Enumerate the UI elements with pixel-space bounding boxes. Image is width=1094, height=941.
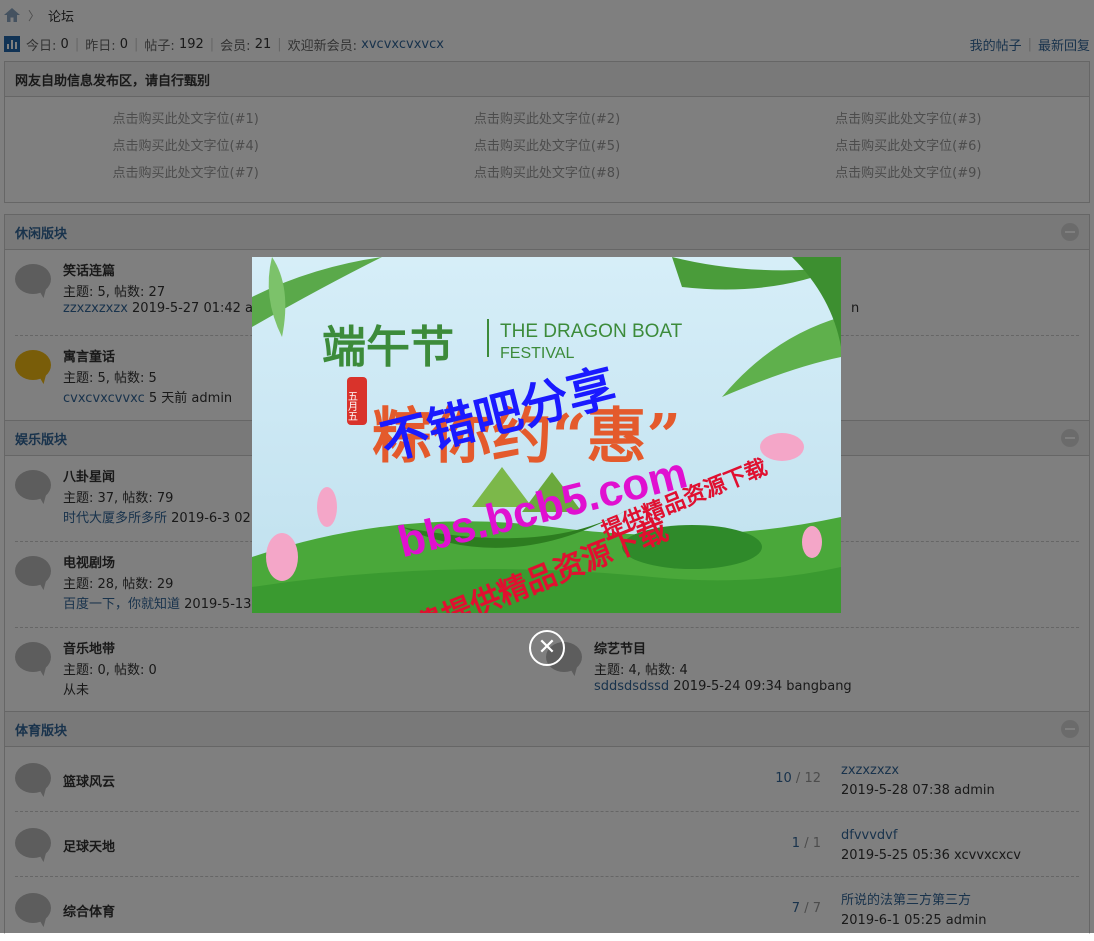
dragon-boat-festival-banner: 端午节 THE DRAGON BOAT FESTIVAL 五月五 粽你约“惠” … xyxy=(252,257,841,613)
festival-title-en-1: THE DRAGON BOAT xyxy=(500,321,683,342)
popup-banner[interactable]: 端午节 THE DRAGON BOAT FESTIVAL 五月五 粽你约“惠” … xyxy=(252,257,841,613)
close-icon[interactable]: ✕ xyxy=(529,630,565,666)
festival-title-cn: 端午节 xyxy=(322,322,454,373)
festival-seal: 五月五 xyxy=(346,391,358,421)
festival-title-en-2: FESTIVAL xyxy=(500,345,574,362)
